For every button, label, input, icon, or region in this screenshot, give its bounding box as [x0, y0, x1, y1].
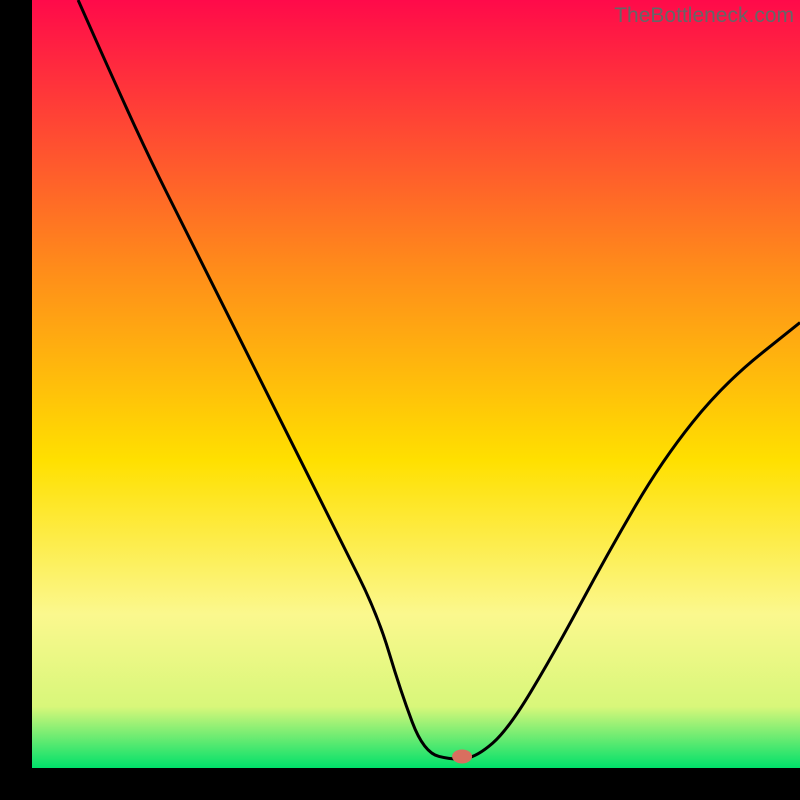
watermark-text: TheBottleneck.com — [614, 4, 794, 28]
minimum-marker — [452, 749, 472, 763]
chart-plot-area — [32, 0, 800, 768]
chart-background — [32, 0, 800, 768]
chart-svg — [32, 0, 800, 768]
